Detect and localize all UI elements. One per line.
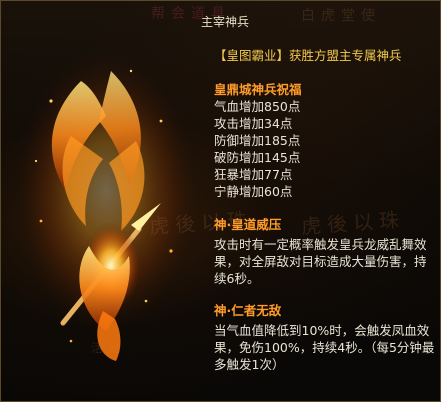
weapon-description: 【皇图霸业】获胜方盟主专属神兵 皇鼎城神兵祝福 气血增加850点 攻击增加34点…	[214, 47, 436, 373]
skill-1-description: 攻击时有一定概率触发皇兵龙威乱舞效果，对全屏敌对目标造成大量伤害，持续6秒。	[214, 237, 427, 286]
stat-defense: 防御增加185点	[214, 133, 301, 148]
stat-armor-break: 破防增加145点	[214, 150, 301, 165]
skill-2-name: 神·仁者无敌	[214, 303, 282, 318]
skill-1-name: 神·皇道威压	[214, 217, 282, 232]
weapon-tooltip: 帮会道具 白虎堂使 虎後以珠 虎後以珠 活动 主宰神兵	[0, 0, 441, 402]
blessing-title: 皇鼎城神兵祝福	[214, 82, 302, 97]
background-faint-text: 白虎堂使	[301, 8, 381, 24]
tooltip-title: 主宰神兵	[201, 15, 250, 29]
stat-attack: 攻击增加34点	[214, 116, 293, 131]
flaming-phoenix-spear-icon	[16, 51, 196, 361]
stat-rage: 狂暴增加77点	[214, 167, 293, 182]
skill-2-description: 当气血值降低到10%时，会触发凤血效果，免伤100%，持续4秒。（每5分钟最多触…	[214, 323, 435, 372]
stat-tranquility: 宁静增加60点	[214, 184, 293, 199]
weapon-headline: 【皇图霸业】获胜方盟主专属神兵	[214, 48, 402, 63]
stat-hp: 气血增加850点	[214, 99, 301, 114]
